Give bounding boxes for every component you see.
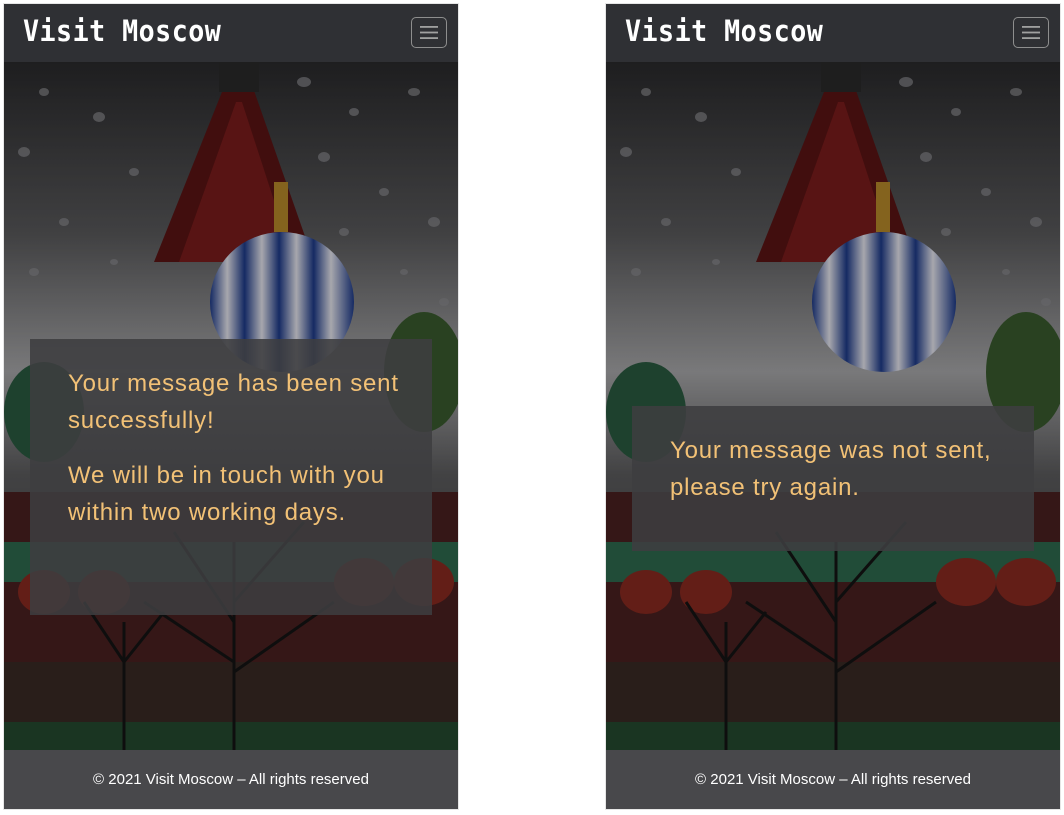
menu-toggle-button[interactable] [411,17,447,48]
footer: © 2021 Visit Moscow – All rights reserve… [606,750,1060,809]
success-message-text: Your message has been sent successfully! [68,370,399,434]
phone-screen-success: Visit Moscow Your message has been sent … [4,4,458,809]
phone-screen-error: Visit Moscow Your message was not sent, … [606,4,1060,809]
copyright-text: © 2021 Visit Moscow – All rights reserve… [695,771,971,788]
hamburger-menu-icon [1022,26,1040,39]
hero-background: Your message has been sent successfully!… [4,62,458,750]
copyright-text: © 2021 Visit Moscow – All rights reserve… [93,771,369,788]
menu-toggle-button[interactable] [1013,17,1049,48]
brand-logo-link[interactable]: Visit Moscow [625,14,823,48]
error-message-panel: Your message was not sent, please try ag… [632,406,1034,551]
navbar: Visit Moscow [606,4,1060,62]
follow-up-message-text: We will be in touch with you within two … [68,462,385,526]
error-message-text: Your message was not sent, please try ag… [670,437,992,501]
footer: © 2021 Visit Moscow – All rights reserve… [4,750,458,809]
success-message-panel: Your message has been sent successfully!… [30,339,432,615]
hamburger-menu-icon [420,26,438,39]
brand-logo-link[interactable]: Visit Moscow [23,14,221,48]
navbar: Visit Moscow [4,4,458,62]
hero-background: Your message was not sent, please try ag… [606,62,1060,750]
